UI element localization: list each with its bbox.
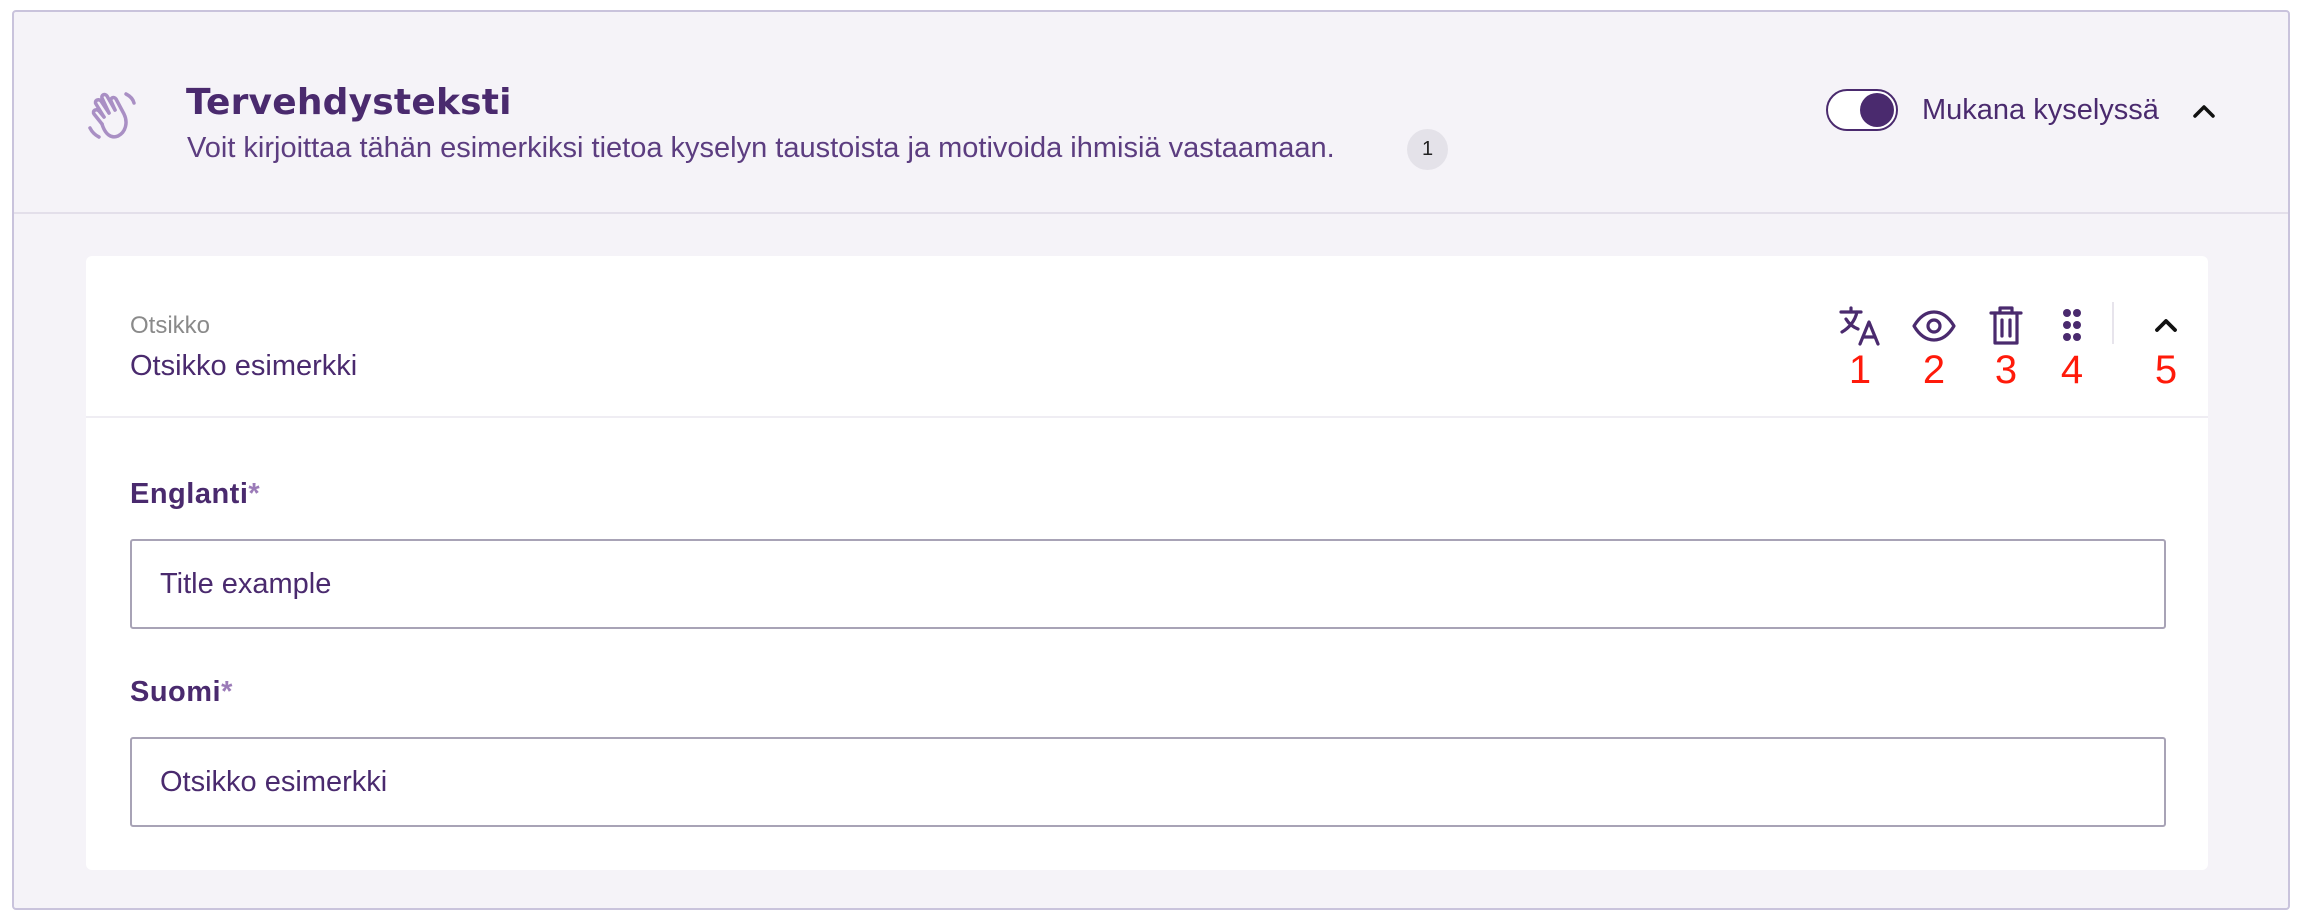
annotation-number: 4: [2060, 348, 2084, 392]
field-label-text: Englanti: [130, 478, 249, 510]
chevron-up-icon[interactable]: [2186, 94, 2222, 130]
annotation-number: 5: [2154, 348, 2178, 392]
annotation-number: 3: [1994, 348, 2018, 392]
trash-icon[interactable]: [1982, 302, 2030, 350]
translate-icon[interactable]: [1836, 302, 1884, 350]
card-type-label: Otsikko: [130, 312, 211, 339]
section-title: Tervehdysteksti: [186, 82, 512, 123]
required-mark: *: [248, 478, 261, 510]
toolbar-divider: [2112, 302, 2114, 344]
annotation-number: 2: [1922, 348, 1946, 392]
waving-hand-icon: [84, 84, 144, 144]
drag-handle-icon[interactable]: [2048, 302, 2096, 350]
title-card: Otsikko Otsikko esimerkki 1 2 3 4 5 Engl…: [86, 256, 2208, 870]
field-label-text: Suomi: [130, 676, 222, 708]
annotation-number: 1: [1848, 348, 1872, 392]
include-in-survey-toggle[interactable]: [1826, 89, 1898, 131]
card-title: Otsikko esimerkki: [130, 350, 358, 382]
section-description: Voit kirjoittaa tähän esimerkiksi tietoa…: [187, 132, 1335, 164]
eye-icon[interactable]: [1910, 302, 1958, 350]
count-badge: 1: [1407, 129, 1448, 170]
chevron-up-icon[interactable]: [2142, 302, 2190, 350]
card-header: Otsikko Otsikko esimerkki 1 2 3 4 5: [86, 256, 2208, 418]
greeting-section: Tervehdysteksti Voit kirjoittaa tähän es…: [12, 10, 2290, 910]
finnish-title-input[interactable]: [130, 737, 2166, 827]
english-title-input[interactable]: [130, 539, 2166, 629]
section-header: Tervehdysteksti Voit kirjoittaa tähän es…: [14, 12, 2288, 214]
toggle-label: Mukana kyselyssä: [1922, 94, 2159, 126]
field-label-english: Englanti*: [130, 478, 260, 511]
toggle-knob: [1860, 93, 1894, 127]
required-mark: *: [221, 676, 233, 708]
field-label-finnish: Suomi*: [130, 676, 233, 709]
